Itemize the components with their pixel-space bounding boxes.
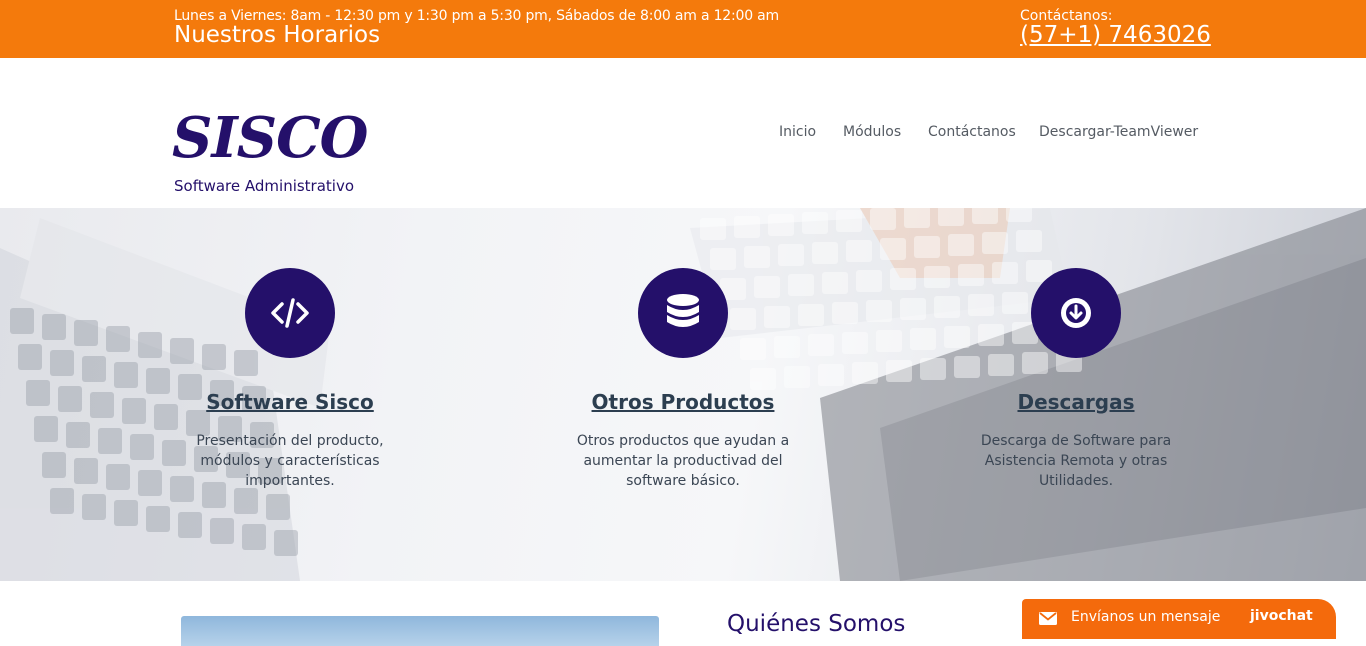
- feature-otros-productos: Otros Productos Otros productos que ayud…: [553, 208, 813, 581]
- hours-title: Nuestros Horarios: [174, 22, 381, 48]
- feature-description: Presentación del producto, módulos y car…: [196, 433, 384, 489]
- about-image: [181, 616, 659, 646]
- nav-descargar-teamviewer[interactable]: Descargar-TeamViewer: [1039, 124, 1198, 144]
- site-header: SISCO Software Administrativo Inicio Mód…: [0, 58, 1366, 208]
- feature-description: Descarga de Software para Asistencia Rem…: [980, 433, 1172, 489]
- feature-software-sisco: Software Sisco Presentación del producto…: [160, 208, 420, 581]
- feature-title-descargas[interactable]: Descargas: [946, 390, 1206, 414]
- feature-icon-circle[interactable]: [638, 268, 728, 358]
- feature-icon-circle[interactable]: [245, 268, 335, 358]
- site-logo[interactable]: SISCO: [172, 108, 368, 168]
- nav-inicio[interactable]: Inicio: [779, 124, 816, 144]
- chat-widget-button[interactable]: Envíanos un mensaje jivochat: [1022, 599, 1336, 639]
- contact-phone-link[interactable]: (57+1) 7463026: [1020, 22, 1211, 48]
- feature-title-software-sisco[interactable]: Software Sisco: [160, 390, 420, 414]
- about-title: Quiénes Somos: [727, 611, 906, 637]
- nav-contactanos[interactable]: Contáctanos: [928, 124, 1016, 144]
- feature-title-otros-productos[interactable]: Otros Productos: [553, 390, 813, 414]
- site-tagline: Software Administrativo: [174, 177, 355, 195]
- download-circle-icon: [1061, 298, 1091, 328]
- hero-section: Software Sisco Presentación del producto…: [0, 208, 1366, 581]
- chat-label: Envíanos un mensaje: [1071, 609, 1221, 625]
- database-icon: [667, 294, 699, 327]
- nav-modulos[interactable]: Módulos: [843, 124, 901, 144]
- chat-brand: jivochat: [1250, 608, 1313, 624]
- code-icon: [271, 298, 309, 328]
- top-info-bar: Lunes a Viernes: 8am - 12:30 pm y 1:30 p…: [0, 0, 1366, 58]
- feature-icon-circle[interactable]: [1031, 268, 1121, 358]
- mail-icon: [1039, 612, 1057, 625]
- feature-description: Otros productos que ayudan a aumentar la…: [576, 433, 790, 489]
- feature-descargas: Descargas Descarga de Software para Asis…: [946, 208, 1206, 581]
